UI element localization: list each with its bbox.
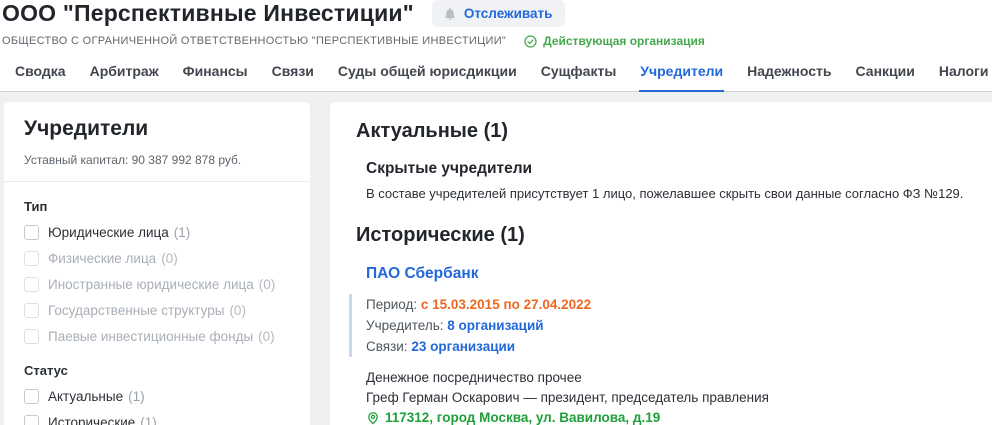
tab-svodka[interactable]: Сводка — [14, 61, 67, 92]
hidden-founders-text: В составе учредителей присутствует 1 лиц… — [366, 186, 968, 201]
filter-count: (0) — [258, 329, 275, 344]
activity-text: Денежное посредничество прочее — [366, 368, 968, 388]
company-details: Денежное посредничество прочее Греф Герм… — [366, 368, 968, 425]
hidden-founders-title: Скрытые учредители — [366, 160, 968, 178]
status-badge: Действующая организация — [524, 34, 705, 48]
filter-group-status-title: Статус — [24, 363, 290, 378]
period-block: Период: с 15.03.2015 по 27.04.2022 Учред… — [349, 294, 968, 357]
tab-nadezhnost[interactable]: Надежность — [746, 61, 832, 92]
tab-sudy[interactable]: Суды общей юрисдикции — [337, 61, 518, 92]
tab-uchrediteli[interactable]: Учредители — [639, 61, 724, 92]
actual-heading: Актуальные (1) — [356, 120, 968, 143]
filter-legal-entities[interactable]: Юридические лица (1) — [24, 225, 290, 240]
sidebar-title: Учредители — [24, 117, 290, 141]
tab-suschfakty[interactable]: Сущфакты — [540, 61, 618, 92]
company-title: ООО "Перспективные Инвестиции" — [2, 0, 414, 27]
filter-count: (0) — [229, 303, 246, 318]
filter-actual[interactable]: Актуальные (1) — [24, 389, 290, 404]
filter-count: (0) — [259, 277, 276, 292]
period-label: Период: — [366, 297, 417, 312]
checkbox[interactable] — [24, 277, 39, 292]
tab-arbitrazh[interactable]: Арбитраж — [89, 61, 160, 92]
period-row: Период: с 15.03.2015 по 27.04.2022 — [366, 294, 968, 315]
links-row: Связи: 23 организации — [366, 336, 968, 357]
status-badge-label: Действующая организация — [543, 34, 705, 48]
founder-row: Учредитель: 8 организаций — [366, 315, 968, 336]
founder-orgs-link[interactable]: 8 организаций — [447, 318, 543, 333]
charter-capital: Уставный капитал: 90 387 992 878 руб. — [24, 153, 290, 167]
check-circle-icon — [524, 35, 537, 48]
checkbox[interactable] — [24, 251, 39, 266]
checkbox[interactable] — [24, 329, 39, 344]
filter-count: (1) — [140, 415, 157, 425]
tab-bar: Сводка Арбитраж Финансы Связи Суды общей… — [0, 61, 992, 92]
tab-sankcii[interactable]: Санкции — [855, 61, 916, 92]
historical-heading: Исторические (1) — [356, 224, 968, 247]
checkbox[interactable] — [24, 225, 39, 240]
filter-state-structures[interactable]: Государственные структуры (0) — [24, 303, 290, 318]
filter-historical[interactable]: Исторические (1) — [24, 415, 290, 425]
tab-finansy[interactable]: Финансы — [182, 61, 249, 92]
checkbox[interactable] — [24, 415, 39, 425]
founder-label: Учредитель: — [366, 318, 444, 333]
content-area: Учредители Уставный капитал: 90 387 992 … — [0, 92, 992, 425]
sidebar-divider — [4, 181, 310, 182]
links-orgs-link[interactable]: 23 организации — [411, 339, 515, 354]
tab-svyazi[interactable]: Связи — [271, 61, 315, 92]
filter-group-type-title: Тип — [24, 199, 290, 214]
ceo-text: Греф Герман Оскарович — президент, предс… — [366, 388, 968, 408]
filters-sidebar: Учредители Уставный капитал: 90 387 992 … — [4, 102, 310, 425]
founders-panel: Актуальные (1) Скрытые учредители В сост… — [330, 102, 992, 425]
filter-individuals[interactable]: Физические лица (0) — [24, 251, 290, 266]
location-pin-icon — [366, 411, 380, 425]
tab-nalogi[interactable]: Налоги — [938, 61, 990, 92]
checkbox[interactable] — [24, 389, 39, 404]
track-button[interactable]: Отслеживать — [432, 0, 566, 27]
address-text: 117312, город Москва, ул. Вавилова, д.19 — [385, 408, 660, 425]
bell-icon — [443, 7, 457, 21]
company-full-name: ОБЩЕСТВО С ОГРАНИЧЕННОЙ ОТВЕТСТВЕННОСТЬЮ… — [2, 35, 506, 47]
filter-count: (1) — [128, 389, 145, 404]
filter-investment-funds[interactable]: Паевые инвестиционные фонды (0) — [24, 329, 290, 344]
address-row: 117312, город Москва, ул. Вавилова, д.19 — [366, 408, 968, 425]
founder-entity: ПАО Сбербанк Период: с 15.03.2015 по 27.… — [366, 265, 968, 425]
filter-count: (1) — [174, 225, 191, 240]
filter-count: (0) — [161, 251, 178, 266]
track-button-label: Отслеживать — [464, 6, 553, 21]
hidden-founders-block: Скрытые учредители В составе учредителей… — [366, 160, 968, 201]
checkbox[interactable] — [24, 303, 39, 318]
period-value: с 15.03.2015 по 27.04.2022 — [421, 297, 591, 312]
links-label: Связи: — [366, 339, 408, 354]
filter-foreign-entities[interactable]: Иностранные юридические лица (0) — [24, 277, 290, 292]
page-header: ООО "Перспективные Инвестиции" Отслежива… — [0, 0, 992, 48]
company-link[interactable]: ПАО Сбербанк — [366, 265, 478, 282]
